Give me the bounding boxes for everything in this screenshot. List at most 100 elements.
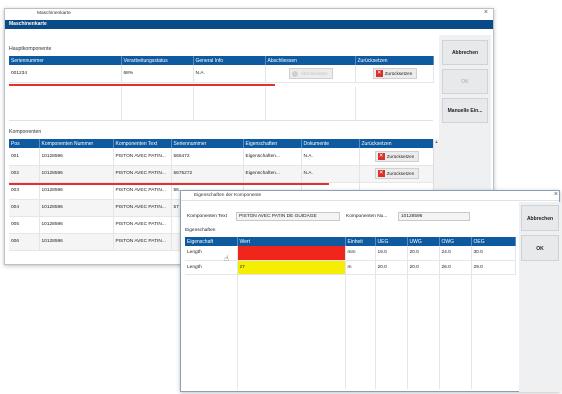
table-row[interactable]: 002 10128596 PISTON AVEC PATIN... 567527… bbox=[9, 165, 434, 183]
uwg-cell: 20.0 bbox=[407, 260, 440, 275]
reset-x-icon: ✕ bbox=[377, 170, 385, 178]
text-cell: PISTON AVEC PATIN... bbox=[113, 199, 172, 217]
reset-x-icon: ✕ bbox=[377, 152, 385, 160]
col-oeg[interactable]: OEG bbox=[471, 237, 516, 246]
serial-cell[interactable]: 565472 bbox=[171, 148, 244, 166]
haupt-status: 68% bbox=[121, 65, 194, 83]
pos-cell: 002 bbox=[9, 165, 40, 183]
main-titlebar: Maschinenkarte × bbox=[5, 9, 493, 19]
row-003-error-line bbox=[9, 183, 329, 185]
pos-cell: 004 bbox=[9, 199, 40, 217]
main-header-title: Maschinenkarte bbox=[9, 21, 47, 27]
col-wert[interactable]: Wert bbox=[237, 237, 346, 246]
row-zuruecksetzen-button[interactable]: ✕ Zurücksetzen bbox=[374, 150, 420, 162]
hauptkomponente-table: Seriennummer Verarbeitungsstatus General… bbox=[9, 56, 434, 83]
dialog-abbrechen-button[interactable]: Abbrechen bbox=[521, 205, 559, 231]
dokumente-cell: N.A. bbox=[301, 148, 360, 166]
main-header-bar: Maschinenkarte bbox=[5, 20, 493, 29]
eigenschaften-link[interactable]: Eigenschaften... bbox=[243, 165, 302, 183]
nummer-cell: 10128596 bbox=[39, 182, 114, 200]
text-cell: PISTON AVEC PATIN... bbox=[113, 233, 172, 251]
nummer-cell: 10128596 bbox=[39, 165, 114, 183]
dialog-ok-label: OK bbox=[536, 246, 544, 252]
col-einheit[interactable]: Einheit bbox=[345, 237, 376, 246]
row-zuruecksetzen-label: Zurücksetzen bbox=[386, 170, 415, 176]
text-cell: PISTON AVEC PATIN... bbox=[113, 165, 172, 183]
col-eigenschaften[interactable]: Eigenschaften bbox=[243, 139, 302, 148]
col-eigenschaft[interactable]: Eigenschaft bbox=[185, 237, 238, 246]
haupt-row-error-line bbox=[9, 84, 275, 86]
abbrechen-button[interactable]: Abbrechen bbox=[442, 40, 488, 65]
haupt-zuruecksetzen-label: Zurücksetzen bbox=[384, 70, 413, 76]
text-cell: PISTON AVEC PATIN... bbox=[113, 182, 172, 200]
dialog-ok-button[interactable]: OK bbox=[521, 235, 559, 261]
eigenschaften-link[interactable]: Eigenschaften... bbox=[243, 148, 302, 166]
col-dokumente[interactable]: Dokumente bbox=[301, 139, 360, 148]
col-seriennummer-k[interactable]: Seriennummer bbox=[171, 139, 244, 148]
col-verarbeitungsstatus[interactable]: Verarbeitungsstatus bbox=[121, 56, 194, 65]
pos-cell: 006 bbox=[9, 233, 40, 251]
text-cell: PISTON AVEC PATIN... bbox=[113, 148, 172, 166]
col-general-info[interactable]: General Info bbox=[193, 56, 266, 65]
komponenten-label: Komponenten bbox=[9, 129, 42, 135]
haupt-serial: 001234 bbox=[9, 65, 122, 83]
komponenten-nummer-label: Komponenten Nu... bbox=[346, 214, 388, 219]
table-row[interactable]: Length mm 19.0 20.0 24.0 30.0 bbox=[185, 246, 516, 261]
wert-input[interactable] bbox=[237, 246, 346, 261]
haupt-info: N.A. bbox=[193, 65, 266, 83]
komponenten-nummer-field: 10128596 bbox=[398, 212, 470, 221]
col-zuruecksetzen[interactable]: Zurücksetzen bbox=[355, 56, 434, 65]
haupt-zuruecksetzen-button[interactable]: ✕ Zurücksetzen bbox=[372, 67, 418, 79]
check-circle-icon bbox=[292, 70, 299, 77]
pos-cell: 001 bbox=[9, 148, 40, 166]
col-owg[interactable]: OWG bbox=[439, 237, 472, 246]
abschliessen-label: Abschliessen bbox=[300, 70, 328, 76]
haupt-row[interactable]: 001234 68% N.A. Abschliessen ✕ Zurücksetz… bbox=[9, 65, 434, 83]
col-zuruecksetzen-k[interactable]: Zurücksetzen bbox=[359, 139, 434, 148]
dialog-close-icon[interactable]: × bbox=[554, 191, 558, 198]
hauptkomponente-label: Hauptkomponente bbox=[9, 46, 52, 52]
komponenten-text-field: PISTON AVEC PATIN DE GUIDAGE bbox=[236, 212, 340, 221]
table-row[interactable]: Length 27 m 20.0 20.0 26.0 29.0 bbox=[185, 260, 516, 275]
nummer-cell: 10128596 bbox=[39, 216, 114, 234]
owg-cell: 24.0 bbox=[439, 246, 472, 261]
col-pos[interactable]: Pos bbox=[9, 139, 40, 148]
col-uwg[interactable]: UWG bbox=[407, 237, 440, 246]
abschliessen-button[interactable]: Abschliessen bbox=[289, 67, 333, 79]
dialog-title: Eigenschaften der Komponente bbox=[194, 193, 262, 198]
eigenschaft-cell: Length bbox=[185, 260, 238, 275]
reset-x-icon: ✕ bbox=[375, 69, 383, 77]
ueg-cell: 20.0 bbox=[375, 260, 408, 275]
main-window-title: Maschinenkarte bbox=[37, 11, 71, 16]
manuelle-eingabe-button[interactable]: Manuelle Ein... bbox=[442, 98, 488, 123]
text-cell: PISTON AVEC PATIN... bbox=[113, 216, 172, 234]
mouse-cursor-icon: ☝ bbox=[224, 254, 229, 263]
komponenten-text-value: PISTON AVEC PATIN DE GUIDAGE bbox=[239, 214, 317, 219]
abbrechen-label: Abbrechen bbox=[451, 50, 479, 56]
komponenten-text-label: Komponenten Text bbox=[187, 214, 227, 219]
col-seriennummer[interactable]: Seriennummer bbox=[9, 56, 122, 65]
serial-cell[interactable]: 5675272 bbox=[171, 165, 244, 183]
table-row[interactable]: 001 10128596 PISTON AVEC PATIN... 565472… bbox=[9, 148, 434, 166]
wert-input[interactable]: 27 bbox=[237, 260, 346, 275]
col-abschliessen[interactable]: Abschliessen bbox=[265, 56, 356, 65]
eigenschaften-empty-area bbox=[185, 275, 515, 389]
haupt-empty-area bbox=[9, 87, 433, 121]
col-komponenten-text[interactable]: Komponenten Text bbox=[113, 139, 172, 148]
col-ueg[interactable]: UEG bbox=[375, 237, 408, 246]
komponenten-nummer-value: 10128596 bbox=[401, 214, 423, 219]
eigenschaften-table: Eigenschaft Wert Einheit UEG UWG OWG OEG… bbox=[185, 237, 516, 275]
col-komponenten-nummer[interactable]: Komponenten Nummer bbox=[39, 139, 114, 148]
eigenschaften-dialog: Eigenschaften der Komponente × Komponent… bbox=[180, 190, 561, 392]
main-close-icon[interactable]: × bbox=[484, 9, 488, 16]
ok-button[interactable]: OK bbox=[442, 69, 488, 94]
dialog-titlebar: Eigenschaften der Komponente × bbox=[181, 191, 559, 201]
eigenschaften-section-label: Eigenschaften bbox=[185, 228, 216, 233]
dokumente-cell: N.A. bbox=[301, 165, 360, 183]
nummer-cell: 10128596 bbox=[39, 199, 114, 217]
row-zuruecksetzen-label: Zurücksetzen bbox=[386, 153, 415, 159]
oeg-cell: 29.0 bbox=[471, 260, 516, 275]
manuelle-eingabe-label: Manuelle Ein... bbox=[447, 108, 483, 114]
row-zuruecksetzen-button[interactable]: ✕ Zurücksetzen bbox=[374, 167, 420, 180]
ueg-cell: 19.0 bbox=[375, 246, 408, 261]
